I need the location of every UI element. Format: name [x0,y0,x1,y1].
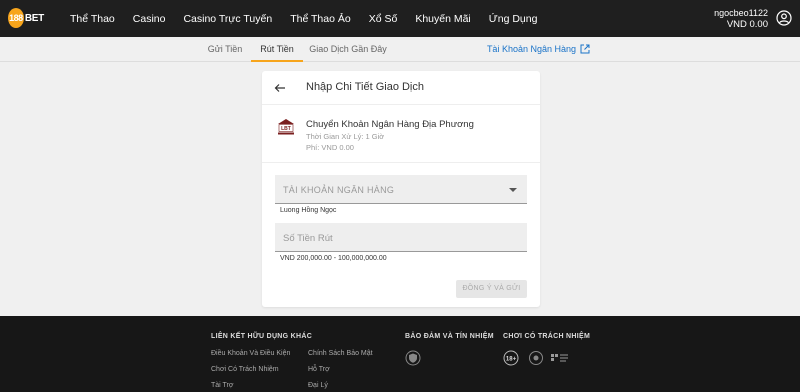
balance: VND 0.00 [726,19,768,30]
be-gamble-aware-icon[interactable] [550,350,570,366]
cashier-tabs: Gửi Tiền Rút Tiền Giao Dịch Gần Đây Tài … [0,37,800,62]
card-title: Nhập Chi Tiết Giao Dịch [306,81,424,93]
footer-link-sponsorship[interactable]: Tài Trợ [211,382,233,389]
tab-deposit[interactable]: Gửi Tiền [200,37,250,62]
footer-security-title: BẢO ĐẢM VÀ TÍN NHIỆM [405,333,494,340]
bank-account-link-label: Tài Khoản Ngân Hàng [486,44,576,54]
withdraw-card: Nhập Chi Tiết Giao Dịch LBT Chuyển Khoản… [262,71,540,307]
local-bank-transfer-icon: LBT [278,119,294,135]
payment-method: LBT Chuyển Khoản Ngân Hàng Địa Phương Th… [262,105,540,163]
nav-live-casino[interactable]: Casino Trực Tuyến [183,13,272,25]
footer-link-terms[interactable]: Điều Khoản Và Điều Kiện [211,350,290,357]
bank-account-holder: Luong Hồng Ngọc [280,207,337,214]
card-header: Nhập Chi Tiết Giao Dịch [262,71,540,105]
footer-link-affiliates[interactable]: Đại Lý [308,382,328,389]
age-restriction-icon[interactable]: 18+ [503,350,519,366]
lbt-icon-text: LBT [281,126,291,132]
username: ngocbeo1122 [714,8,768,18]
submit-button[interactable]: ĐỒNG Ý VÀ GỬI [456,280,527,298]
brand-logo[interactable]: 188 BET [8,7,44,29]
back-arrow-icon[interactable] [274,82,286,94]
bank-account-select[interactable]: TÀI KHOẢN NGÂN HÀNG [275,175,527,204]
user-info[interactable]: ngocbeo1122 VND 0.00 [714,8,768,30]
nav-sports[interactable]: Thể Thao [70,13,115,25]
nav-apps[interactable]: Ứng Dụng [489,13,538,25]
footer-useful-links-title: LIÊN KẾT HỮU DỤNG KHÁC [211,333,313,340]
tab-withdraw[interactable]: Rút Tiền [251,37,303,62]
footer-link-responsible-gaming[interactable]: Chơi Có Trách Nhiệm [211,366,279,373]
dropdown-caret-icon [509,188,517,192]
gamble-aware-icon[interactable] [528,350,544,366]
footer-responsible-title: CHƠI CÓ TRÁCH NHIỆM [503,333,591,340]
logo-badge: 188 [8,8,24,28]
amount-range-hint: VND 200,000.00 - 100,000,000.00 [280,255,387,262]
main-nav: Thể Thao Casino Casino Trực Tuyến Thể Th… [70,0,555,37]
nav-promotions[interactable]: Khuyến Mãi [415,13,470,25]
user-account-icon[interactable] [776,10,792,26]
nav-casino[interactable]: Casino [133,13,166,25]
security-shield-icon[interactable] [405,350,421,366]
withdraw-amount-input[interactable]: Số Tiền Rút [275,223,527,252]
withdraw-amount-label: Số Tiền Rút [283,233,333,244]
footer-link-support[interactable]: Hỗ Trợ [308,366,330,373]
transaction-fee: Phí: VND 0.00 [306,143,354,152]
footer-link-privacy[interactable]: Chính Sách Bảo Mật [308,350,373,357]
tab-recent-transactions[interactable]: Giao Dịch Gần Đây [308,37,388,62]
nav-virtual-sports[interactable]: Thể Thao Ảo [290,13,351,25]
processing-time: Thời Gian Xử Lý: 1 Giờ [306,132,385,141]
footer: LIÊN KẾT HỮU DỤNG KHÁC Điều Khoản Và Điề… [0,316,800,392]
bank-account-select-label: TÀI KHOẢN NGÂN HÀNG [283,185,395,195]
external-link-icon [580,44,590,54]
bank-account-link[interactable]: Tài Khoản Ngân Hàng [487,44,590,54]
logo-text: BET [24,12,44,24]
nav-lottery[interactable]: Xổ Số [369,13,398,25]
method-name: Chuyển Khoản Ngân Hàng Địa Phương [306,119,474,130]
age-badge-text: 18+ [506,357,517,363]
top-navbar: 188 BET Thể Thao Casino Casino Trực Tuyế… [0,0,800,37]
